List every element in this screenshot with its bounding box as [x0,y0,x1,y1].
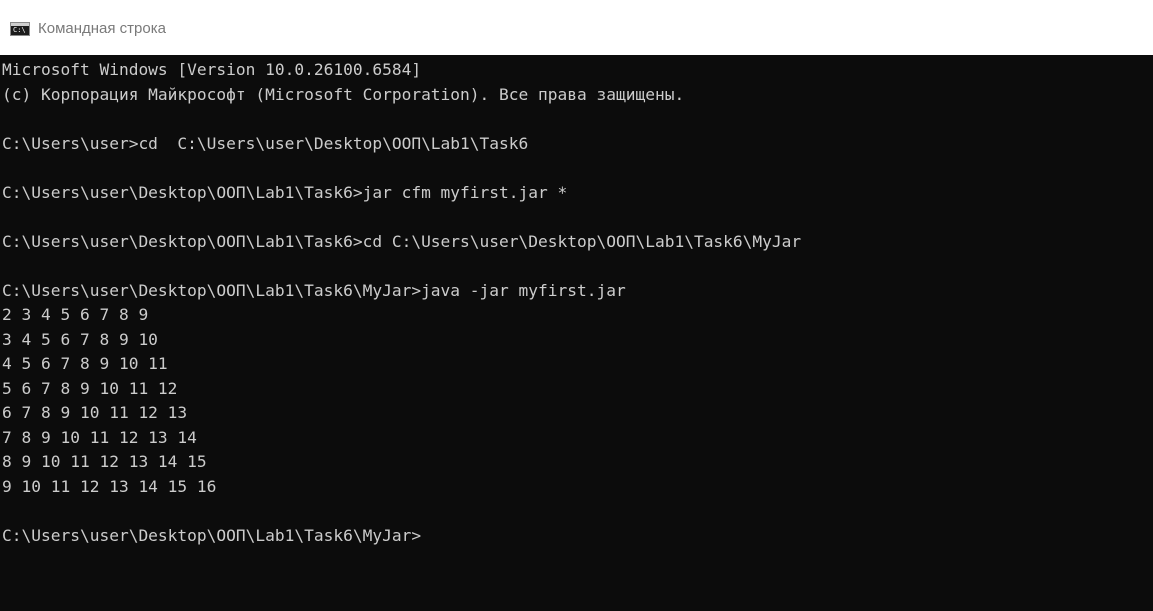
cmd-icon-glyph: C:\ [13,26,26,34]
console-line: 7 8 9 10 11 12 13 14 [2,427,197,447]
console-line: C:\Users\user>cd C:\Users\user\Desktop\О… [2,133,529,153]
console-line: C:\Users\user\Desktop\ООП\Lab1\Task6>cd … [2,231,802,251]
console-line: C:\Users\user\Desktop\ООП\Lab1\Task6>jar… [2,182,568,202]
console-line: 5 6 7 8 9 10 11 12 [2,378,178,398]
console-prompt[interactable]: C:\Users\user\Desktop\ООП\Lab1\Task6\MyJ… [2,524,801,549]
console-line: Microsoft Windows [Version 10.0.26100.65… [2,60,422,79]
console-line: 9 10 11 12 13 14 15 16 [2,476,217,496]
console-line: C:\Users\user\Desktop\ООП\Lab1\Task6\MyJ… [2,280,626,300]
console-line: 8 9 10 11 12 13 14 15 [2,452,207,471]
console-output[interactable]: Microsoft Windows [Version 10.0.26100.65… [0,55,1153,611]
console-line: 3 4 5 6 7 8 9 10 [2,329,158,349]
console-lines: Microsoft Windows [Version 10.0.26100.65… [2,58,801,548]
console-line: 6 7 8 9 10 11 12 13 [2,403,188,422]
window-title: Командная строка [38,20,166,37]
title-bar[interactable]: C:\ Командная строка [0,0,1153,55]
cmd-window: C:\ Командная строка Microsoft Windows [… [0,0,1153,611]
console-line: 2 3 4 5 6 7 8 9 [2,305,149,324]
console-line: (c) Корпорация Майкрософт (Microsoft Cor… [2,84,685,104]
console-line: 4 5 6 7 8 9 10 11 [2,354,168,373]
cmd-icon[interactable]: C:\ [10,22,30,36]
